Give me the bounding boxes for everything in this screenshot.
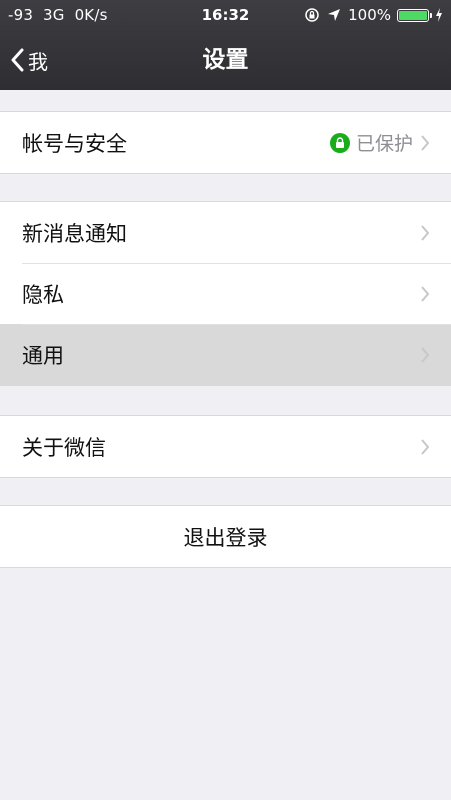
settings-item-label: 帐号与安全 [22, 131, 127, 156]
settings-item-status: 已保护 [329, 129, 431, 156]
lock-icon [329, 132, 350, 153]
location-arrow-icon [328, 9, 341, 21]
protected-status: 已保护 [355, 133, 413, 155]
settings-item-general[interactable]: 通用 [0, 324, 451, 385]
logout-label: 退出登录 [183, 525, 268, 550]
nav-bar: 我 设置 [0, 30, 451, 90]
chevron-right-icon [421, 224, 430, 241]
battery-percent: 100% [348, 6, 391, 24]
settings-item-label: 通用 [22, 343, 64, 368]
charging-bolt-icon [436, 8, 442, 22]
rotation-lock-icon [305, 8, 319, 22]
settings-item-account-security[interactable]: 帐号与安全 已保护 [0, 112, 451, 173]
group-about: 关于微信 [0, 415, 451, 478]
group-account: 帐号与安全 已保护 [0, 111, 451, 174]
battery-icon [397, 8, 432, 22]
chevron-right-icon [421, 438, 430, 455]
group-preferences: 新消息通知 隐私 通用 [0, 201, 451, 386]
settings-item-label: 新消息通知 [22, 221, 127, 246]
page-title: 设置 [202, 47, 249, 73]
chevron-right-icon [421, 285, 430, 302]
settings-item-label: 关于微信 [22, 435, 106, 460]
chevron-right-icon [421, 134, 430, 151]
status-right: 100% [304, 0, 443, 30]
top-bar: -93 3G 0K/s 16:32 100% 我 设置 [0, 0, 451, 90]
chevron-right-icon [421, 346, 430, 363]
settings-item-notifications[interactable]: 新消息通知 [0, 202, 451, 263]
settings-item-about[interactable]: 关于微信 [0, 416, 451, 477]
settings-item-label: 隐私 [22, 282, 64, 307]
group-logout: 退出登录 [0, 505, 451, 568]
status-bar: -93 3G 0K/s 16:32 100% [0, 0, 451, 30]
logout-button[interactable]: 退出登录 [0, 506, 451, 567]
settings-item-privacy[interactable]: 隐私 [0, 263, 451, 324]
